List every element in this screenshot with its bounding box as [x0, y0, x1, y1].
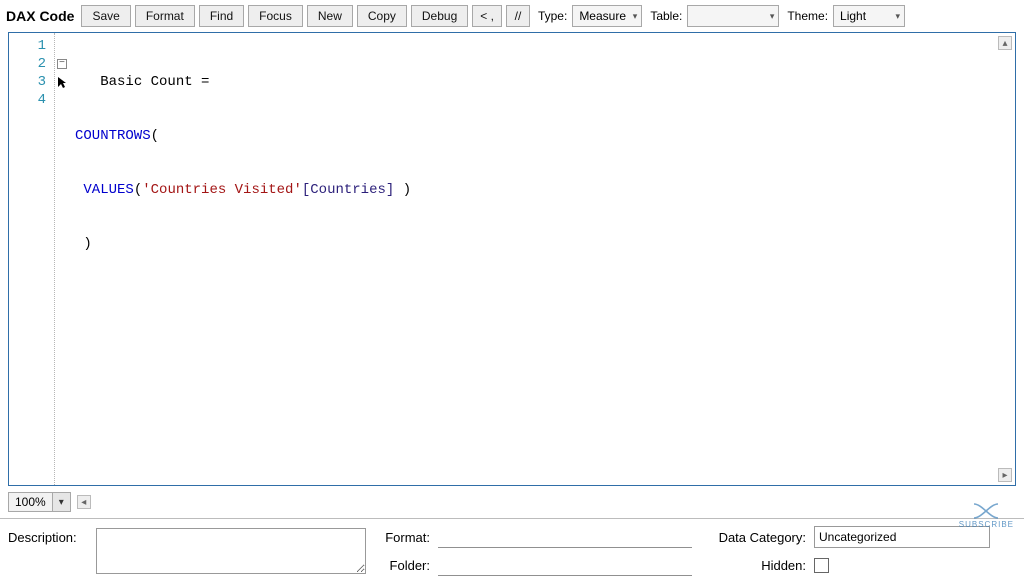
zoom-value[interactable]: 100% — [8, 492, 53, 512]
column-ref: [Countries] — [302, 182, 394, 198]
theme-label: Theme: — [787, 9, 828, 23]
dax-function: COUNTROWS — [75, 128, 151, 144]
comment-button[interactable]: // — [506, 5, 530, 27]
scroll-left-icon[interactable]: ◂ — [77, 495, 91, 509]
table-ref: 'Countries Visited' — [142, 182, 302, 198]
table-label: Table: — [650, 9, 682, 23]
theme-value: Light — [840, 9, 866, 23]
format-input[interactable] — [438, 526, 692, 548]
less-than-button[interactable]: < , — [472, 5, 502, 27]
folder-input[interactable] — [438, 554, 692, 576]
copy-button[interactable]: Copy — [357, 5, 407, 27]
type-dropdown[interactable]: Measure ▾ — [572, 5, 642, 27]
debug-button[interactable]: Debug — [411, 5, 468, 27]
hidden-label: Hidden: — [700, 558, 806, 573]
chevron-down-icon: ▾ — [770, 11, 775, 22]
fold-toggle-icon[interactable]: − — [57, 59, 67, 69]
description-input[interactable] — [96, 528, 366, 574]
focus-button[interactable]: Focus — [248, 5, 303, 27]
chevron-down-icon: ▾ — [633, 11, 638, 22]
line-number: 2 — [13, 55, 52, 73]
zoom-dropdown-button[interactable]: ▾ — [53, 492, 71, 512]
line-number: 3 — [13, 73, 52, 91]
type-value: Measure — [579, 9, 626, 23]
table-dropdown[interactable]: ▾ — [687, 5, 779, 27]
data-category-label: Data Category: — [700, 530, 806, 545]
scroll-right-icon[interactable]: ▸ — [998, 468, 1012, 482]
dax-function: VALUES — [83, 182, 133, 198]
line-number: 4 — [13, 91, 52, 109]
save-button[interactable]: Save — [81, 5, 130, 27]
app-title: DAX Code — [6, 8, 74, 24]
new-button[interactable]: New — [307, 5, 353, 27]
code-area[interactable]: Basic Count = COUNTROWS( VALUES('Countri… — [69, 33, 1015, 485]
data-category-input[interactable] — [814, 526, 990, 548]
fold-column: − — [55, 33, 69, 485]
hidden-checkbox[interactable] — [814, 558, 829, 573]
format-label: Format: — [374, 530, 430, 545]
scroll-up-icon[interactable]: ▴ — [998, 36, 1012, 50]
format-button[interactable]: Format — [135, 5, 195, 27]
find-button[interactable]: Find — [199, 5, 244, 27]
theme-dropdown[interactable]: Light ▾ — [833, 5, 905, 27]
zoom-bar: 100% ▾ ◂ — [0, 490, 1024, 514]
properties-bar: Description: Format: Data Category: Fold… — [0, 518, 1024, 579]
folder-label: Folder: — [374, 558, 430, 573]
code-editor[interactable]: 1 2 3 4 − Basic Count = COUNTROWS( VALUE… — [8, 32, 1016, 486]
line-number-gutter: 1 2 3 4 — [9, 33, 55, 485]
toolbar: DAX Code Save Format Find Focus New Copy… — [0, 0, 1024, 32]
measure-name: Basic Count — [100, 74, 192, 90]
cursor-icon — [57, 76, 67, 88]
line-number: 1 — [13, 37, 52, 55]
chevron-down-icon: ▾ — [896, 11, 901, 22]
description-label: Description: — [8, 530, 88, 545]
type-label: Type: — [538, 9, 567, 23]
